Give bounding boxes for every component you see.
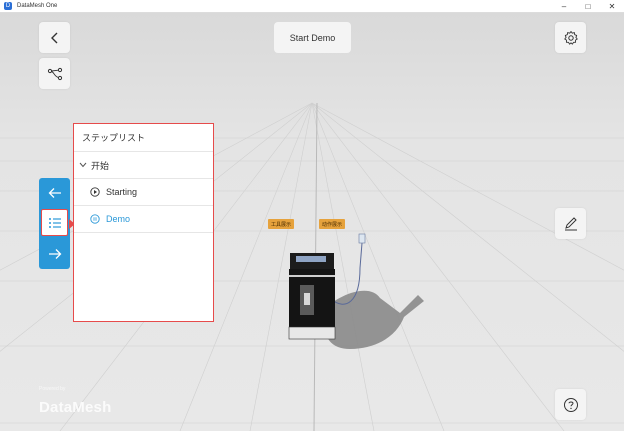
window-title: DataMesh One [17, 3, 58, 9]
workflow-button[interactable] [39, 58, 70, 89]
minimize-button[interactable]: – [552, 0, 576, 13]
back-button[interactable] [39, 22, 70, 53]
maximize-button[interactable]: □ [576, 0, 600, 13]
help-icon [563, 397, 578, 412]
edit-button[interactable] [555, 208, 586, 239]
step-item-demo[interactable]: Demo [74, 206, 213, 233]
close-button[interactable]: ✕ [600, 0, 624, 13]
step-group-start[interactable]: 开始 [74, 152, 213, 179]
help-button[interactable] [555, 389, 586, 420]
step-group-label: 开始 [91, 160, 110, 171]
arrow-left-icon [48, 188, 61, 198]
start-demo-button[interactable]: Start Demo [274, 22, 351, 53]
app-logo-icon: D [4, 2, 12, 10]
list-icon [48, 217, 61, 228]
previous-step-button[interactable] [39, 178, 70, 208]
brand-subtitle: Powered by [39, 386, 66, 392]
play-circle-icon [90, 187, 100, 197]
chevron-down-icon [79, 161, 87, 170]
brand-watermark: DataMesh [39, 399, 112, 416]
step-list-panel: ステップリスト 开始 Starting Demo [73, 123, 214, 322]
step-navigation [39, 178, 70, 269]
gear-icon [563, 30, 578, 45]
step-circle-icon [90, 214, 100, 224]
step-item-label: Starting [106, 187, 138, 197]
scene-tag-actions[interactable]: 动作展示 [319, 219, 346, 229]
arrow-right-icon [48, 249, 61, 259]
next-step-button[interactable] [39, 239, 70, 269]
step-item-starting[interactable]: Starting [74, 179, 213, 206]
panel-title: ステップリスト [74, 124, 213, 152]
scene-tag-tools[interactable]: 工具展示 [268, 219, 295, 229]
settings-button[interactable] [555, 22, 586, 53]
title-bar: D DataMesh One – □ ✕ [0, 0, 624, 13]
step-list-button[interactable] [41, 209, 68, 236]
window-controls: – □ ✕ [552, 0, 624, 13]
step-item-label: Demo [106, 214, 131, 224]
node-graph-icon [47, 67, 62, 80]
coffee-machine-model [288, 253, 336, 340]
pencil-icon [564, 216, 577, 230]
chevron-left-icon [50, 32, 57, 43]
